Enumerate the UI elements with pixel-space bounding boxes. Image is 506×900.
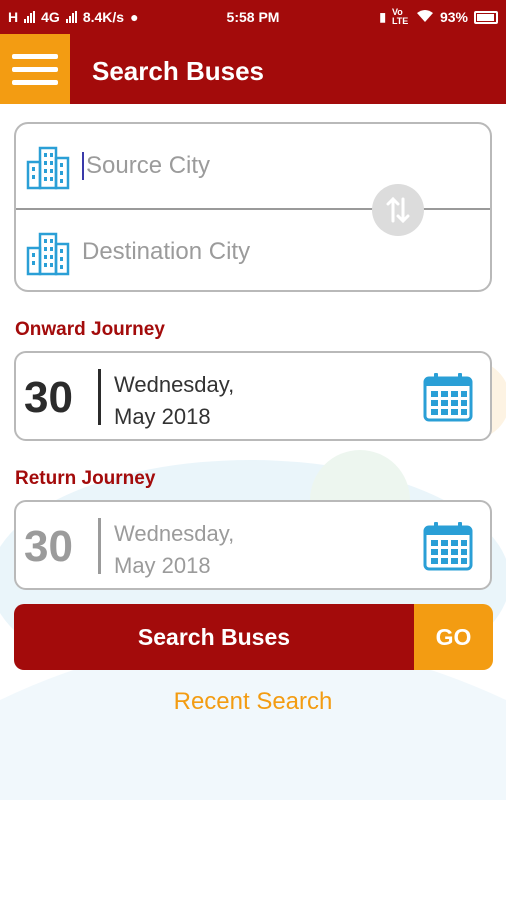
status-bar: H 4G 8.4K/s ● 5:58 PM ▮ Vo LTE 93% [0,0,506,34]
date-separator [98,518,101,574]
return-weekday: Wednesday, [114,521,235,546]
source-city-input[interactable] [82,152,362,180]
go-button[interactable]: GO [414,604,493,670]
return-journey-label: Return Journey [15,468,156,489]
onward-journey-label: Onward Journey [15,319,165,340]
return-month-year: May 2018 [114,553,211,578]
app-bar: Search Buses [0,34,506,104]
volte-label: Vo LTE [391,7,409,26]
battery-percent: 93% [439,9,468,25]
vibrate-icon: ▮ [379,10,386,24]
route-selector [14,122,492,292]
return-date-picker[interactable]: 30 Wednesday, May 2018 [14,500,492,590]
wifi-icon [416,9,434,26]
battery-icon [474,10,498,24]
recent-search-link[interactable]: Recent Search [0,688,506,716]
building-icon [26,232,70,276]
search-buses-button[interactable]: Search Buses [14,604,414,670]
swap-cities-button[interactable] [372,184,424,236]
return-day: 30 [24,522,73,571]
onward-weekday: Wednesday, [114,372,235,397]
swap-vertical-icon [386,196,410,224]
building-icon [26,146,70,190]
onward-date-picker[interactable]: 30 Wednesday, May 2018 [14,351,492,441]
hamburger-icon [12,53,58,59]
page-title: Search Buses [92,56,264,86]
date-separator [98,369,101,425]
calendar-icon[interactable] [422,520,474,572]
onward-day: 30 [24,373,73,422]
destination-city-input[interactable] [82,238,362,266]
calendar-icon[interactable] [422,371,474,423]
onward-month-year: May 2018 [114,404,211,429]
menu-button[interactable] [0,34,70,104]
